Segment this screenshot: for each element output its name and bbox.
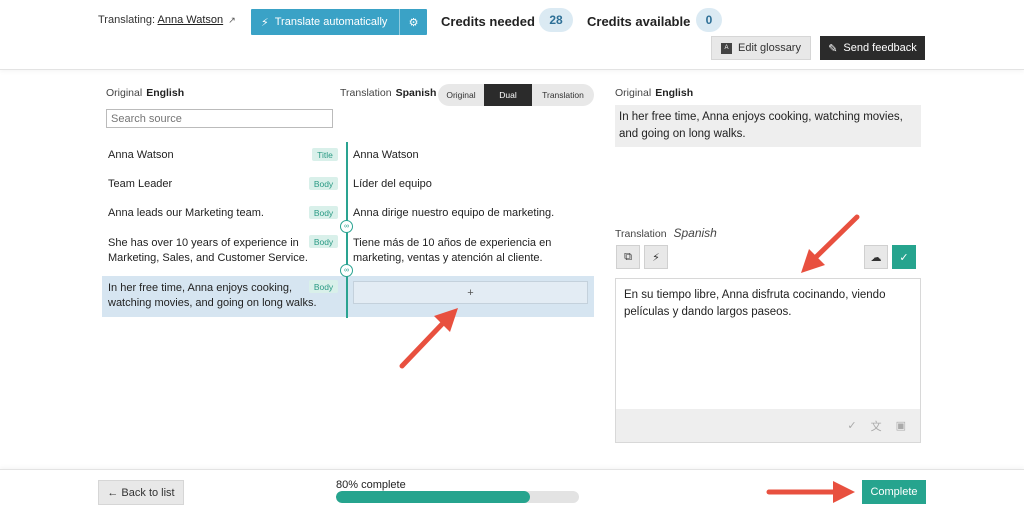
- original-text-box: In her free time, Anna enjoys cooking, w…: [615, 105, 921, 147]
- source-segment[interactable]: In her free time, Anna enjoys cooking, w…: [108, 281, 338, 311]
- translation-editor[interactable]: En su tiempo libre, Anna disfruta cocina…: [615, 278, 921, 443]
- add-translation-button[interactable]: +: [467, 287, 473, 299]
- source-segment[interactable]: Team Leader: [108, 177, 308, 192]
- translation-segment[interactable]: Anna dirige nuestro equipo de marketing.: [353, 206, 588, 221]
- document-name-link[interactable]: Anna Watson: [158, 14, 224, 26]
- spellcheck-icon[interactable]: ✓: [847, 419, 856, 432]
- credits-available-label: Credits available: [587, 14, 691, 29]
- external-link-icon[interactable]: ↗: [228, 15, 236, 26]
- segment-tag: Title: [312, 148, 338, 161]
- edit-glossary-label: Edit glossary: [738, 42, 801, 54]
- translation-label: Translation: [340, 87, 392, 99]
- segment-tag: Body: [309, 206, 338, 219]
- original-lang: English: [655, 87, 694, 99]
- link-icon[interactable]: ∞: [340, 220, 353, 233]
- original-label: Original: [106, 87, 143, 99]
- back-to-list-button[interactable]: ← Back to list: [98, 480, 184, 505]
- send-feedback-button[interactable]: ✎ Send feedback: [820, 36, 925, 60]
- translation-lang: Spanish: [395, 87, 437, 99]
- segment-tag: Body: [309, 177, 338, 190]
- translate-button-label: Translate automatically: [274, 16, 388, 28]
- edit-glossary-button[interactable]: A Edit glossary: [711, 36, 811, 60]
- lightning-icon: ⚡: [261, 16, 269, 29]
- translation-editor-text[interactable]: En su tiempo libre, Anna disfruta cocina…: [616, 279, 920, 329]
- lightning-icon[interactable]: ⚡: [644, 245, 668, 269]
- pencil-icon: ✎: [828, 42, 838, 55]
- glossary-icon: A: [721, 42, 732, 54]
- source-segment[interactable]: She has over 10 years of experience in M…: [108, 236, 308, 266]
- credits-needed-badge: 28: [539, 8, 573, 32]
- translating-label: Translating: Anna Watson ↗: [98, 14, 236, 26]
- annotation-arrow: [766, 481, 855, 503]
- empty-translation-cell[interactable]: +: [353, 281, 588, 304]
- complete-button[interactable]: Complete: [862, 480, 926, 504]
- check-icon[interactable]: ✓: [892, 245, 916, 269]
- original-lang: English: [146, 87, 185, 99]
- translation-segment[interactable]: Anna Watson: [353, 148, 588, 163]
- progress-label: 80% complete: [336, 479, 406, 491]
- dictionary-icon[interactable]: ▣: [896, 419, 906, 432]
- translation-label: Translation: [615, 228, 667, 240]
- gear-icon[interactable]: ⚙: [399, 9, 427, 35]
- segment-tag: Body: [309, 235, 338, 248]
- progress-bar: [336, 491, 579, 503]
- credits-available-badge: 0: [696, 8, 722, 32]
- right-translation-header: Translation Spanish: [615, 226, 717, 240]
- view-mode-original[interactable]: Original: [438, 84, 484, 106]
- view-mode-toggle[interactable]: Original Dual Translation: [438, 84, 594, 106]
- send-feedback-label: Send feedback: [843, 42, 917, 54]
- copy-icon[interactable]: ⧉: [616, 245, 640, 269]
- left-translation-header: Translation Spanish: [340, 87, 436, 99]
- segment-tag: Body: [309, 280, 338, 293]
- search-source-input[interactable]: [106, 109, 333, 128]
- annotation-arrow: [399, 308, 458, 369]
- credits-needed-label: Credits needed: [441, 14, 535, 29]
- source-segment[interactable]: Anna Watson: [108, 148, 308, 163]
- translate-icon[interactable]: 文: [871, 418, 882, 434]
- original-label: Original: [615, 87, 652, 99]
- source-segment[interactable]: Anna leads our Marketing team.: [108, 206, 308, 221]
- annotation-arrow: [801, 214, 860, 273]
- translation-segment[interactable]: Tiene más de 10 años de experiencia en m…: [353, 236, 588, 266]
- view-mode-translation[interactable]: Translation: [532, 84, 594, 106]
- translating-text: Translating:: [98, 14, 156, 26]
- translation-lang: Spanish: [673, 226, 717, 240]
- right-original-header: Original English: [615, 87, 693, 99]
- link-icon[interactable]: ∞: [340, 264, 353, 277]
- progress-fill: [336, 491, 531, 503]
- view-mode-dual[interactable]: Dual: [484, 84, 532, 106]
- translate-automatically-button[interactable]: ⚡ Translate automatically ⚙: [251, 9, 427, 35]
- left-original-header: Original English: [106, 87, 184, 99]
- editor-toolbar: ✓ 文 ▣: [616, 409, 920, 442]
- translation-segment[interactable]: Líder del equipo: [353, 177, 588, 192]
